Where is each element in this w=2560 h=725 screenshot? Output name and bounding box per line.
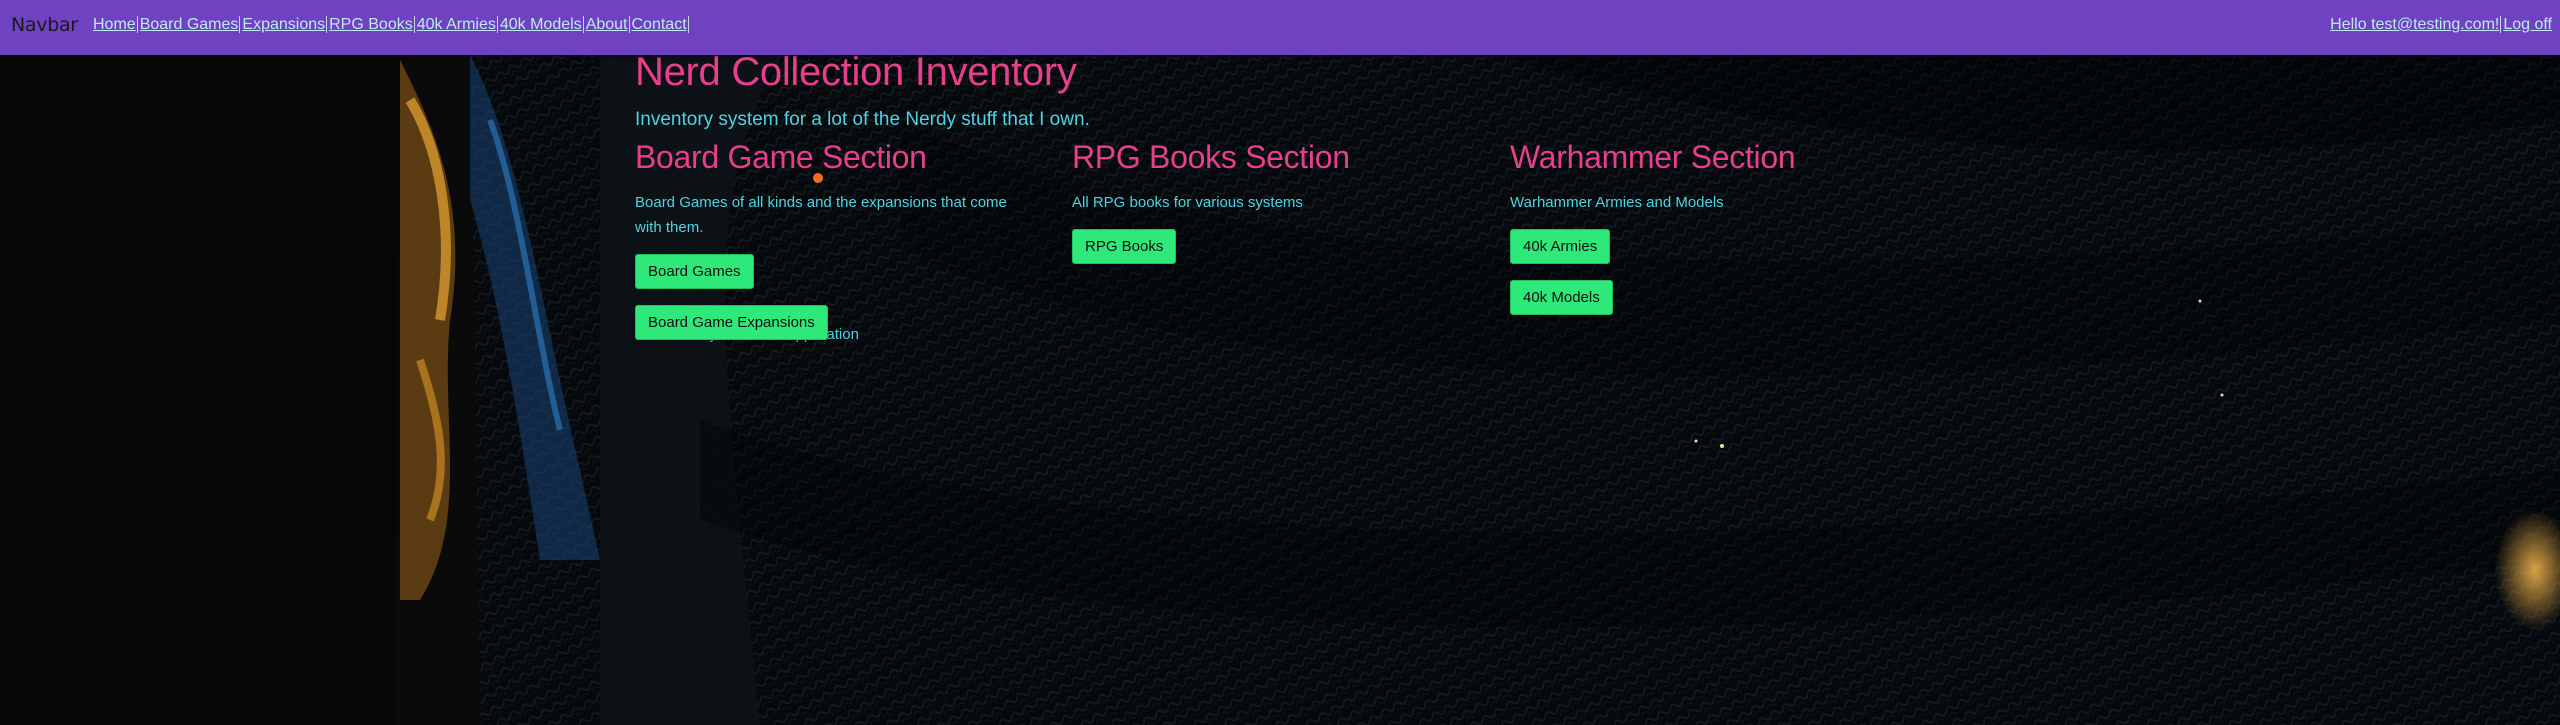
section-description: Warhammer Armies and Models [1510,194,1724,211]
nav-link-40k-armies[interactable]: 40k Armies [416,16,498,33]
logoff-link[interactable]: Log off [2503,16,2553,33]
navbar-brand[interactable]: Navbar [11,14,78,36]
section-heading: RPG Books Section [1072,139,1350,175]
user-greeting-link[interactable]: Hello test@testing.com! [2330,16,2502,33]
nav-link-contact[interactable]: Contact [631,16,689,33]
section-heading: Warhammer Section [1510,139,1796,175]
nav-link-about[interactable]: About [585,16,630,33]
nav-link-expansions[interactable]: Expansions [242,16,328,33]
board-games-button[interactable]: Board Games [635,254,754,289]
main-content: Nerd Collection Inventory Inventory syst… [635,50,1935,343]
navbar: Navbar Home Board Games Expansions RPG Book… [0,0,2560,55]
section-heading: Board Game Section [635,139,927,175]
40k-armies-button[interactable]: 40k Armies [1510,229,1611,264]
section-description: All RPG books for various systems [1072,194,1303,211]
nav-link-rpg-books[interactable]: RPG Books [329,16,415,33]
nav-link-board-games[interactable]: Board Games [139,16,241,33]
nav-user: Hello test@testing.com! Log off [2330,16,2555,34]
sections-row: Board Game Section Board Games of all ki… [635,139,1935,344]
board-game-section: Board Game Section Board Games of all ki… [635,139,1035,340]
section-description: Board Games of all kinds and the expansi… [635,194,1007,236]
board-game-expansions-button[interactable]: Board Game Expansions [635,305,828,340]
page-lead: Inventory system for a lot of the Nerdy … [635,109,1090,130]
warhammer-section: Warhammer Section Warhammer Armies and M… [1510,139,1910,315]
nav-links: Home Board Games Expansions RPG Books 40k Ar… [93,16,691,34]
rpg-books-section: RPG Books Section All RPG books for vari… [1072,139,1472,264]
rpg-books-button[interactable]: RPG Books [1072,229,1177,264]
nav-link-40k-models[interactable]: 40k Models [499,16,584,33]
nav-link-home[interactable]: Home [93,16,138,33]
40k-models-button[interactable]: 40k Models [1510,280,1613,315]
page-title: Nerd Collection Inventory [635,50,1077,94]
